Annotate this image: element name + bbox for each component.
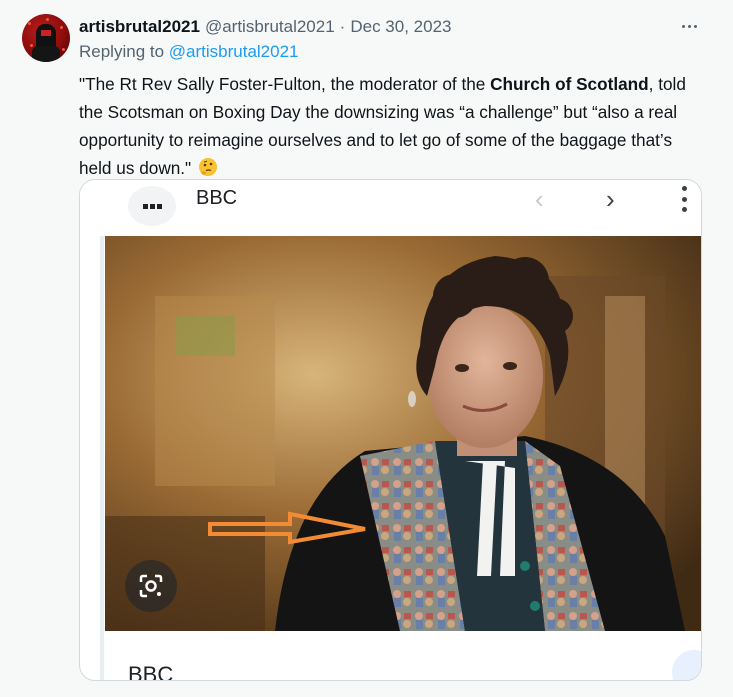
photo-illustration (105, 236, 701, 631)
tweet-text: "The Rt Rev Sally Foster-Fulton, the mod… (79, 70, 709, 182)
tweet-date[interactable]: Dec 30, 2023 (350, 17, 451, 37)
tweet[interactable]: artisbrutal2021 @artisbrutal2021 · Dec 3… (0, 0, 733, 697)
thinking-face-icon (198, 158, 217, 176)
chevron-left-icon[interactable]: ‹ (535, 184, 544, 215)
tweet-text-part1: "The Rt Rev Sally Foster-Fulton, the mod… (79, 74, 491, 94)
google-lens-icon[interactable] (125, 560, 177, 612)
media-card[interactable]: BBC ‹ › BBC (79, 179, 702, 681)
replying-to-handle[interactable]: @artisbrutal2021 (169, 42, 299, 61)
article-photo[interactable] (105, 236, 701, 631)
media-caption: BBC (128, 662, 174, 681)
tweet-header: artisbrutal2021 @artisbrutal2021 · Dec 3… (79, 16, 451, 38)
tweet-text-bold: Church of Scotland (490, 74, 649, 94)
vertical-dots-icon[interactable] (682, 186, 688, 212)
user-handle[interactable]: @artisbrutal2021 (205, 17, 335, 37)
replying-to: Replying to @artisbrutal2021 (79, 42, 299, 62)
more-options-icon[interactable] (677, 16, 701, 36)
avatar[interactable] (22, 14, 70, 62)
replying-prefix: Replying to (79, 42, 169, 61)
separator: · (339, 17, 346, 36)
tab-switcher-icon[interactable] (128, 186, 176, 226)
site-name: BBC (196, 187, 238, 209)
browser-toolbar: BBC ‹ › (80, 180, 701, 236)
chevron-right-icon[interactable]: › (606, 184, 615, 215)
display-name[interactable]: artisbrutal2021 (79, 17, 200, 37)
